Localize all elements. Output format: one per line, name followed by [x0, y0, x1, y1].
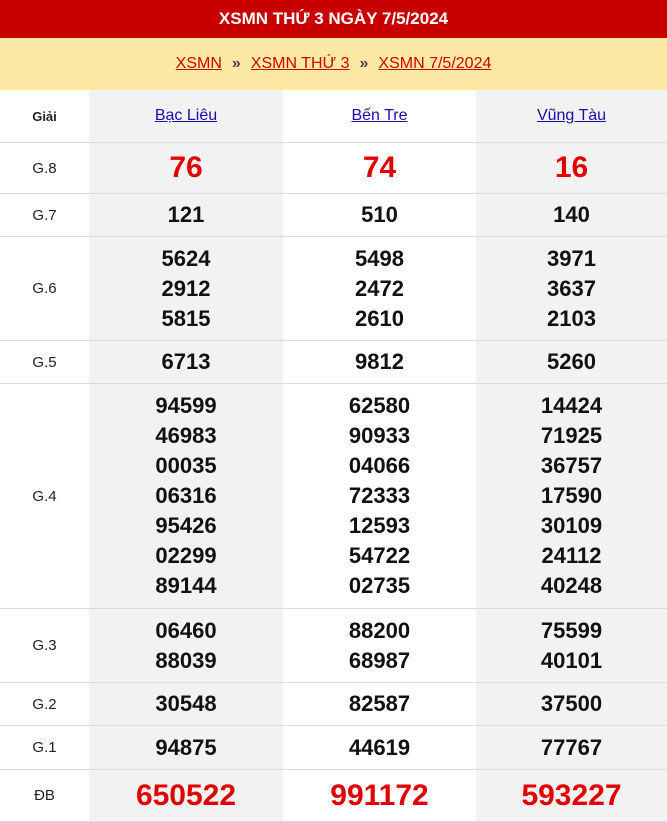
breadcrumb-link-xsmn-thu-3[interactable]: XSMN THỨ 3: [251, 55, 350, 73]
breadcrumb: XSMN » XSMN THỨ 3 » XSMN 7/5/2024: [0, 38, 667, 90]
province-link-vung-tau[interactable]: Vũng Tàu: [537, 107, 606, 124]
province-link-ben-tre[interactable]: Bến Tre: [351, 107, 407, 124]
prize-label: G.1: [0, 725, 89, 770]
prize-number: 5815: [161, 305, 211, 331]
prize-label: G.8: [0, 142, 89, 194]
prize-number: 40248: [540, 573, 603, 598]
prize-number: 44619: [348, 734, 411, 760]
prize-number: 40101: [540, 647, 603, 673]
breadcrumb-link-date[interactable]: XSMN 7/5/2024: [378, 55, 491, 73]
prize-label: G.5: [0, 340, 89, 384]
prize-number: 89144: [155, 573, 217, 598]
table-row: G.4 94599 46983 00035 06316 95426 02299 …: [0, 383, 667, 609]
table-row: G.5 6713 9812 5260: [0, 340, 667, 384]
page-title: XSMN THỨ 3 NGÀY 7/5/2024: [0, 0, 667, 38]
prize-number: 95426: [155, 513, 217, 538]
prize-number: 75599: [540, 617, 603, 643]
prize-number: 30548: [155, 691, 217, 716]
special-prize-number: 593227: [521, 778, 622, 812]
prize-number: 36757: [540, 453, 603, 478]
prize-number: 90933: [348, 423, 411, 448]
prize-number: 140: [553, 202, 590, 227]
prize-number: 121: [167, 202, 205, 227]
prize-number: 62580: [348, 393, 411, 418]
province-link-bac-lieu[interactable]: Bạc Liêu: [155, 107, 217, 124]
table-row: G.3 06460 88039 88200 68987 75599 40101: [0, 608, 667, 683]
prize-number: 76: [169, 151, 203, 184]
prize-number: 3637: [547, 275, 596, 301]
prize-number: 12593: [348, 513, 411, 538]
prize-number: 06460: [155, 617, 217, 643]
prize-number: 82587: [348, 691, 411, 716]
prize-number: 74: [362, 151, 397, 184]
special-prize-number: 650522: [135, 778, 237, 812]
prize-number: 72333: [348, 483, 411, 508]
prize-label: ĐB: [0, 769, 89, 822]
prize-number: 68987: [348, 647, 411, 673]
prize-number: 06316: [155, 483, 217, 508]
special-prize-number: 991172: [330, 778, 429, 812]
prize-label: G.2: [0, 682, 89, 726]
prize-number: 6713: [161, 349, 211, 374]
prize-number: 5498: [355, 245, 404, 271]
prize-number: 2912: [161, 275, 211, 301]
prize-number: 88200: [348, 617, 411, 643]
results-page: XSMN THỨ 3 NGÀY 7/5/2024 XSMN » XSMN THỨ…: [0, 0, 667, 822]
prize-number: 37500: [540, 691, 603, 716]
prize-number: 5260: [547, 349, 596, 374]
prize-number: 14424: [540, 393, 603, 418]
table-row: G.1 94875 44619 77767: [0, 725, 667, 770]
table-row: G.7 121 510 140: [0, 193, 667, 237]
results-table: Giải Bạc Liêu Bến Tre Vũng Tàu G.8 76 74…: [0, 90, 667, 822]
prize-number: 2472: [355, 275, 404, 301]
prize-number: 94599: [155, 393, 217, 418]
prize-number: 04066: [348, 453, 411, 478]
prize-number: 3971: [547, 245, 596, 271]
breadcrumb-separator: »: [231, 55, 241, 72]
prize-number: 94875: [155, 734, 217, 760]
prize-column-header: Giải: [0, 90, 89, 143]
prize-number: 2610: [355, 305, 404, 331]
prize-number: 17590: [540, 483, 603, 508]
table-row: G.6 5624 2912 5815 5498 2472 2610 3971 3…: [0, 236, 667, 341]
prize-number: 46983: [155, 423, 217, 448]
prize-label: G.3: [0, 608, 89, 683]
prize-number: 00035: [155, 453, 217, 478]
prize-number: 16: [554, 151, 589, 184]
table-row: ĐB 650522 991172 593227: [0, 769, 667, 822]
prize-number: 2103: [547, 305, 596, 331]
prize-number: 510: [361, 202, 398, 227]
prize-number: 5624: [161, 245, 211, 271]
prize-label: G.4: [0, 383, 89, 609]
prize-number: 24112: [541, 543, 602, 568]
prize-number: 02735: [348, 573, 411, 598]
table-row: G.2 30548 82587 37500: [0, 682, 667, 726]
breadcrumb-link-xsmn[interactable]: XSMN: [176, 55, 222, 73]
prize-number: 30109: [540, 513, 603, 538]
prize-number: 77767: [540, 734, 603, 760]
breadcrumb-separator: »: [359, 55, 369, 72]
prize-label: G.7: [0, 193, 89, 237]
table-header-row: Giải Bạc Liêu Bến Tre Vũng Tàu: [0, 90, 667, 143]
prize-number: 9812: [355, 349, 404, 374]
prize-number: 02299: [155, 543, 217, 568]
prize-number: 88039: [155, 647, 217, 673]
table-row: G.8 76 74 16: [0, 142, 667, 194]
prize-number: 71925: [540, 423, 603, 448]
prize-label: G.6: [0, 236, 89, 341]
prize-number: 54722: [348, 543, 411, 568]
